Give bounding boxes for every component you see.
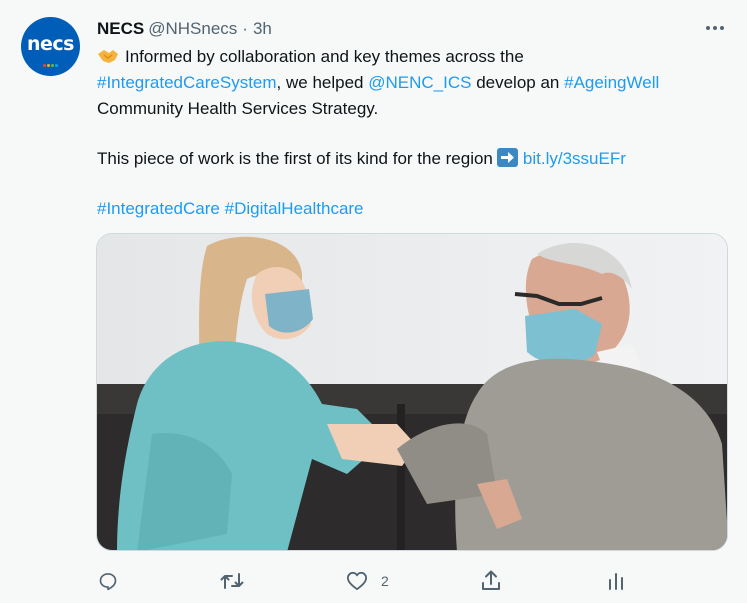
hashtag-integrated-care-system[interactable]: #IntegratedCareSystem — [97, 73, 277, 92]
tweet-line-2: #IntegratedCareSystem, we helped @NENC_I… — [97, 70, 727, 96]
reply-icon — [99, 573, 117, 591]
author-handle[interactable]: @NHSnecs — [148, 19, 237, 39]
tweet-header: NECS @NHSnecs · 3h — [97, 18, 272, 40]
tweet-line-4: This piece of work is the first of its k… — [97, 146, 727, 172]
mention-nenc-ics[interactable]: @NENC_ICS — [368, 73, 471, 92]
author-name[interactable]: NECS — [97, 19, 144, 39]
hashtag-digital-healthcare[interactable]: #DigitalHealthcare — [225, 199, 364, 218]
more-options-button[interactable] — [702, 18, 728, 38]
avatar[interactable]: necs — [21, 17, 80, 76]
tweet-line-3: Community Health Services Strategy. — [97, 96, 727, 122]
tweet-line-2-text-a: , we helped — [276, 73, 369, 92]
share-button[interactable] — [481, 564, 501, 598]
heart-icon — [346, 571, 367, 591]
avatar-logo-dots — [43, 54, 61, 67]
reply-button[interactable] — [98, 564, 118, 598]
like-button[interactable]: 2 — [346, 564, 389, 598]
tweet[interactable]: necs NECS @NHSnecs · 3h Informed by coll… — [0, 0, 747, 603]
tweet-line-1-text: Informed by collaboration and key themes… — [125, 47, 524, 66]
right-arrow-emoji — [496, 148, 518, 167]
hashtag-integrated-care[interactable]: #IntegratedCare — [97, 199, 220, 218]
avatar-logo-text: necs — [27, 32, 74, 55]
like-count: 2 — [381, 573, 389, 589]
share-icon — [482, 570, 500, 590]
tweet-text: Informed by collaboration and key themes… — [97, 44, 727, 222]
tweet-line-4-text: This piece of work is the first of its k… — [97, 149, 493, 168]
hashtag-ageing-well[interactable]: #AgeingWell — [564, 73, 659, 92]
tweet-line-2-text-b: develop an — [471, 73, 565, 92]
tweet-photo[interactable] — [96, 233, 728, 551]
tweet-line-1: Informed by collaboration and key themes… — [97, 44, 727, 70]
tweet-line-5: #IntegratedCare #DigitalHealthcare — [97, 196, 727, 222]
more-horizontal-icon — [706, 26, 724, 30]
tweet-timestamp[interactable]: 3h — [253, 19, 272, 39]
photo-illustration — [97, 234, 727, 550]
tweet-actions: 2 — [0, 564, 747, 598]
analytics-button[interactable] — [608, 564, 624, 598]
header-separator: · — [242, 19, 248, 38]
analytics-icon — [609, 573, 623, 590]
retweet-icon — [220, 573, 244, 589]
retweet-button[interactable] — [220, 564, 244, 598]
handshake-emoji — [98, 50, 118, 63]
short-link[interactable]: bit.ly/3ssuEFr — [523, 149, 626, 168]
tweet-line-3-text: Community Health Services Strategy. — [97, 99, 379, 118]
